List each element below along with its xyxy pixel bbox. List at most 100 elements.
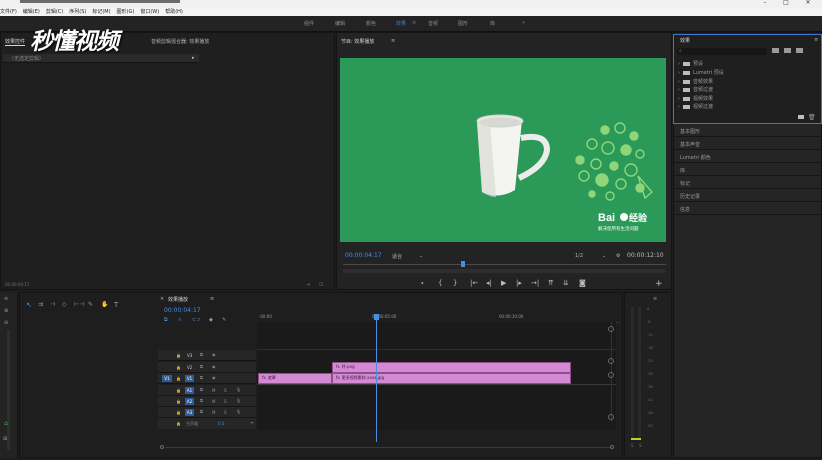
master-volume-value[interactable]: 0.0 (218, 421, 224, 426)
fit-select[interactable]: 适合 (392, 253, 402, 260)
microphone-icon[interactable]: 🎙 (236, 409, 241, 414)
close-icon[interactable]: ✕ (803, 0, 813, 6)
menu-edit[interactable]: 编辑(E) (23, 9, 40, 15)
effects-tree-item[interactable]: › 预设 (678, 60, 703, 67)
add-marker-timeline-icon[interactable]: ◆ (209, 317, 213, 323)
minimize-icon[interactable]: – (760, 0, 770, 6)
sync-lock-icon[interactable]: ⧉ (200, 387, 203, 392)
solo-icon[interactable]: S (224, 399, 227, 404)
solo-right-button[interactable]: S (639, 443, 642, 448)
lift-icon[interactable]: ⇈ (548, 279, 554, 287)
maximize-icon[interactable]: □ (781, 0, 791, 6)
button-editor-plus-icon[interactable]: + (655, 279, 663, 289)
timeline-playhead-line[interactable] (376, 320, 377, 442)
nest-toggle-icon[interactable]: ⧉ (164, 317, 168, 323)
master-goto-icon[interactable]: ⇥ (250, 420, 253, 425)
sync-lock-icon[interactable]: ⧉ (200, 409, 203, 414)
clip-v2[interactable]: fx 杯.png (332, 362, 571, 373)
sync-lock-icon[interactable]: ⧉ (200, 398, 203, 403)
tab-program[interactable]: 节目: 效果播放 (341, 38, 374, 45)
go-to-in-icon[interactable]: |← (470, 279, 478, 287)
delete-icon[interactable]: 🗑 (808, 114, 816, 121)
lock-icon[interactable]: 🔒 (176, 399, 181, 404)
mute-icon[interactable]: M (212, 399, 215, 404)
workspace-tab-color[interactable]: 颜色 (366, 20, 376, 27)
sync-lock-icon[interactable]: ⧉ (200, 352, 203, 357)
expand-arrow-icon[interactable]: ▸ (192, 55, 195, 61)
program-timeline-bar[interactable] (343, 264, 666, 265)
menu-clip[interactable]: 剪辑(C) (46, 9, 63, 15)
menu-help[interactable]: 帮助(H) (165, 9, 183, 15)
panel-row-essential-sound[interactable]: 基本声音 (674, 137, 821, 150)
solo-icon[interactable]: S (224, 410, 227, 415)
effects-tree-item[interactable]: › 视频效果 (678, 95, 713, 102)
lock-icon[interactable]: 🔒 (176, 410, 181, 415)
microphone-icon[interactable]: 🎙 (236, 398, 241, 403)
panel-row-markers[interactable]: 标记 (674, 176, 821, 189)
resolution-select[interactable]: 1/2 (575, 253, 583, 259)
eye-icon[interactable]: ◉ (212, 375, 216, 380)
workspace-overflow-icon[interactable]: » (522, 20, 525, 26)
lock-icon[interactable]: 🔒 (176, 421, 181, 426)
mark-in-icon[interactable]: { (438, 279, 442, 287)
menu-sequence[interactable]: 序列(S) (69, 9, 86, 15)
zoom-out-icon[interactable]: ⊖ (4, 320, 8, 326)
yuv-effects-icon[interactable] (796, 48, 803, 53)
solo-left-button[interactable]: S (631, 443, 634, 448)
settings-wrench-icon[interactable]: ⚙ (616, 253, 620, 259)
panel-row-info[interactable]: 信息 (674, 202, 821, 215)
type-tool-icon[interactable]: T (114, 301, 118, 309)
menu-graphics[interactable]: 图形(G) (117, 9, 135, 15)
tab-timeline-sequence[interactable]: 效果播放 (168, 296, 188, 303)
mute-icon[interactable]: M (212, 410, 215, 415)
eye-icon[interactable]: ◉ (212, 352, 216, 357)
workspace-tab-libraries[interactable]: 库 (490, 20, 495, 27)
selection-tool-icon[interactable]: ↖ (26, 301, 32, 309)
program-current-time[interactable]: 00:00:04:17 (345, 252, 382, 259)
menu-file[interactable]: 文件(F) (0, 9, 17, 15)
lock-icon[interactable]: 🔒 (176, 365, 181, 370)
ripple-edit-tool-icon[interactable]: ⊣ (50, 301, 55, 308)
sync-lock-icon[interactable]: ⧉ (200, 364, 203, 369)
tools-scrollbar[interactable] (7, 330, 10, 450)
effects-menu-icon[interactable]: ≡ (814, 37, 818, 43)
workspace-tab-graphics[interactable]: 图形 (458, 20, 468, 27)
razor-tool-icon[interactable]: ◇ (62, 301, 67, 308)
track-target-a3[interactable]: A3 (185, 409, 194, 416)
track-target-v1[interactable]: V1 (185, 375, 194, 382)
meters-menu-icon[interactable]: ≡ (653, 296, 657, 302)
mute-icon[interactable]: M (212, 388, 215, 393)
sync-lock-icon[interactable]: ⧉ (200, 375, 203, 380)
source-patch-v1[interactable]: V1 (162, 375, 172, 382)
filter-icon[interactable]: ⇥ (306, 282, 310, 288)
tab-effect-controls[interactable]: 效果控件 (5, 38, 26, 46)
add-marker-icon[interactable]: ⬩ (421, 279, 424, 288)
timeline-horizontal-scrollbar[interactable] (160, 444, 616, 450)
snap-icon[interactable]: ∩ (178, 317, 182, 323)
tools-menu-icon[interactable]: ≡ (4, 296, 8, 302)
effects-tree-item[interactable]: › 视频过渡 (678, 103, 713, 110)
tab-audio-mixer[interactable]: 音频剪辑混合器: 效果播放 (151, 38, 209, 45)
menu-marker[interactable]: 标记(M) (92, 9, 110, 15)
effects-search-input[interactable]: ⌕ (677, 48, 767, 55)
play-icon[interactable]: ▶ (501, 279, 506, 287)
accelerated-effects-icon[interactable] (772, 48, 779, 53)
solo-icon[interactable]: S (224, 388, 227, 393)
go-to-out-icon[interactable]: →| (531, 279, 539, 287)
fit-dropdown-icon[interactable]: ⌄ (419, 253, 423, 259)
linked-selection-icon[interactable]: ⊂⊃ (192, 317, 200, 323)
panel-row-history[interactable]: 历史记录 (674, 189, 821, 202)
slip-tool-icon[interactable]: ⊢⊣ (74, 301, 84, 308)
lock-icon[interactable]: 🔒 (176, 388, 181, 393)
eye-icon[interactable]: ◉ (212, 364, 216, 369)
clip-v1-left[interactable]: fx 遮罩 (258, 373, 332, 384)
timeline-menu-icon[interactable]: ≡ (210, 296, 214, 302)
panel-row-lumetri-color[interactable]: Lumetri 颜色 (674, 150, 821, 163)
track-target-a1[interactable]: A1 (185, 387, 194, 394)
extract-icon[interactable]: ⇊ (563, 279, 569, 287)
program-menu-icon[interactable]: ≡ (391, 38, 395, 44)
workspace-tab-editing[interactable]: 编辑 (335, 20, 345, 27)
panel-row-essential-graphics[interactable]: 基本图形 (674, 124, 821, 137)
timeline-vertical-scrollbar[interactable] (606, 322, 616, 422)
mark-out-icon[interactable]: } (453, 279, 457, 287)
